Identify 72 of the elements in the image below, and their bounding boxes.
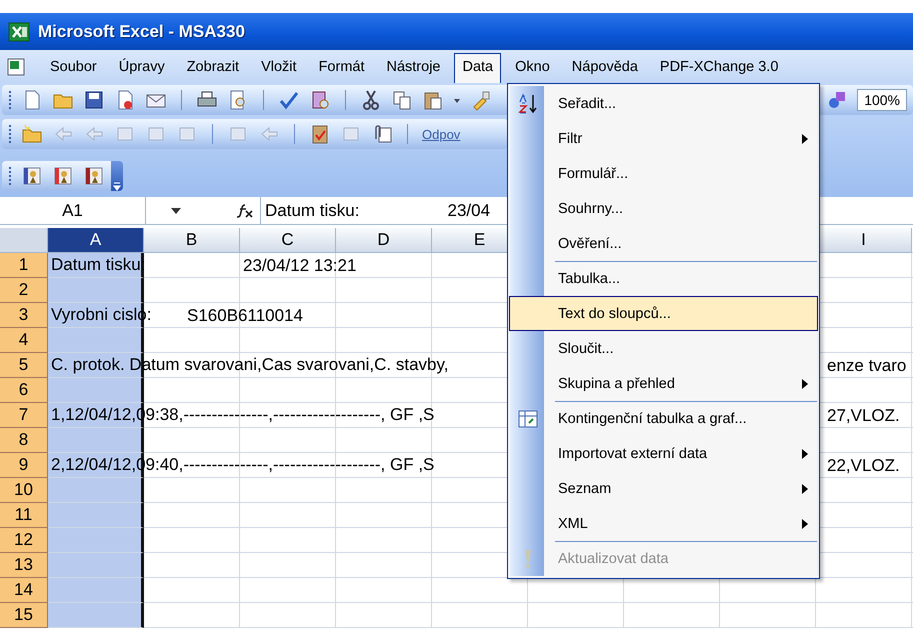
menu-item[interactable]: PDF-XChange 3.0: [652, 52, 786, 80]
insert-function-icon[interactable]: [236, 202, 254, 218]
menu-item[interactable]: Filtr: [509, 121, 818, 156]
menu-item[interactable]: Kontingenční tabulka a graf...: [509, 401, 818, 436]
row-header[interactable]: 12: [0, 528, 48, 553]
toolbar-grip-icon[interactable]: [8, 123, 12, 145]
app-logo-icon: [8, 22, 30, 42]
save-icon[interactable]: [83, 89, 105, 111]
row-header[interactable]: 14: [0, 578, 48, 603]
picture-frame-icon[interactable]: [21, 165, 43, 187]
pivot-table-icon: [516, 408, 538, 428]
menu-item[interactable]: Souhrny...: [509, 191, 818, 226]
menu-item[interactable]: Seřadit...: [509, 86, 818, 121]
menu-item[interactable]: Formulář...: [509, 156, 818, 191]
row-header[interactable]: 11: [0, 503, 48, 528]
menu-item[interactable]: Zobrazit: [178, 52, 248, 80]
caret-icon: [171, 208, 181, 214]
cell-text: enze tvaro: [826, 356, 906, 376]
row-header[interactable]: 4: [0, 328, 48, 353]
chevron-icon: [113, 181, 121, 191]
menu-item[interactable]: XML: [509, 506, 818, 541]
menu-item[interactable]: Seznam: [509, 471, 818, 506]
sort-icon: [518, 92, 538, 114]
cell-text: 23/04/12 13:21: [243, 256, 356, 276]
spelling-icon[interactable]: [278, 89, 300, 111]
row-header[interactable]: 5: [0, 353, 48, 378]
cell-text: 27,VLOZ.: [826, 406, 900, 426]
zoom-field[interactable]: 100%: [857, 89, 907, 111]
toolbar-grip-icon[interactable]: [8, 165, 12, 187]
submenu-arrow-icon: [802, 484, 808, 494]
row-header[interactable]: 13: [0, 553, 48, 578]
menu-item[interactable]: Skupina a přehled: [509, 366, 818, 401]
menu-item[interactable]: Sloučit...: [509, 331, 818, 366]
cell-text: 22,VLOZ.: [826, 456, 900, 476]
menu-item[interactable]: Nápověda: [564, 52, 646, 80]
row-header[interactable]: 7: [0, 403, 48, 428]
picture-frame-icon[interactable]: [83, 165, 105, 187]
copy-icon[interactable]: [391, 89, 413, 111]
reply-link[interactable]: Odpov: [422, 126, 460, 142]
picture-frame-icon[interactable]: [52, 165, 74, 187]
menu-item[interactable]: Text do sloupců...: [509, 296, 818, 331]
column-header[interactable]: D: [336, 228, 432, 253]
menu-item[interactable]: Ověření...: [509, 226, 818, 261]
column-header[interactable]: B: [144, 228, 240, 253]
submenu-arrow-icon: [802, 518, 808, 528]
row-header[interactable]: 8: [0, 428, 48, 453]
menu-item[interactable]: Okno: [507, 52, 558, 80]
column-header[interactable]: A: [48, 228, 144, 253]
row-header[interactable]: 6: [0, 378, 48, 403]
row-header[interactable]: 10: [0, 478, 48, 503]
menu-item[interactable]: Úpravy: [110, 52, 173, 80]
row-header[interactable]: 9: [0, 453, 48, 478]
window-title: Microsoft Excel - MSA330: [38, 22, 245, 42]
row-header[interactable]: 3: [0, 303, 48, 328]
row-header[interactable]: 1: [0, 253, 48, 278]
menu-item[interactable]: Importovat externí data: [509, 436, 818, 471]
menu-item[interactable]: Formát: [310, 52, 372, 80]
toolbar-options-button[interactable]: [111, 161, 123, 191]
toolbar-grip-icon[interactable]: [8, 89, 12, 111]
submenu-arrow-icon: [802, 134, 808, 144]
menu-item[interactable]: Soubor: [42, 52, 105, 80]
row-header[interactable]: 2: [0, 278, 48, 303]
menu-item[interactable]: Vložit: [253, 52, 305, 80]
submenu-arrow-icon: [802, 378, 808, 388]
folder-icon[interactable]: [21, 123, 43, 145]
submenu-arrow-icon: [802, 448, 808, 458]
menu-item[interactable]: Tabulka...: [509, 261, 818, 296]
menu-item[interactable]: Nástroje: [378, 52, 448, 80]
cell-text: S160B6110014: [186, 306, 303, 326]
scissors-icon[interactable]: [360, 89, 382, 111]
column-header[interactable]: C: [240, 228, 336, 253]
row-header[interactable]: 15: [0, 603, 48, 628]
